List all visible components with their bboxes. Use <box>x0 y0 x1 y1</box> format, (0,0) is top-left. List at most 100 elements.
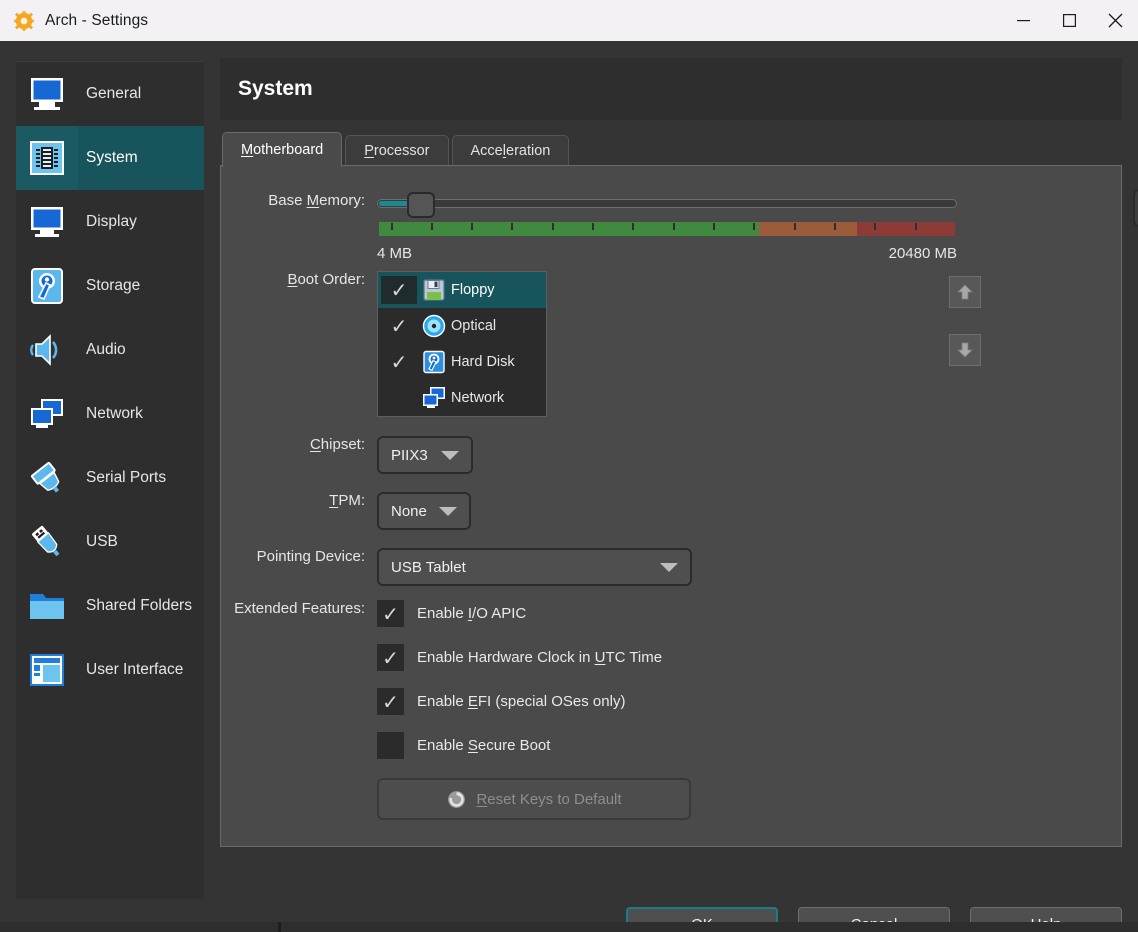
checkbox-box[interactable] <box>377 732 404 759</box>
chipset-value: PIIX3 <box>391 446 428 464</box>
boot-checkbox-floppy[interactable]: ✓ <box>381 276 417 304</box>
arrow-down-icon <box>957 342 973 358</box>
optical-icon <box>417 314 451 338</box>
sidebar-item-display[interactable]: Display <box>16 190 204 254</box>
sidebar-item-serial-ports[interactable]: Serial Ports <box>16 446 204 510</box>
folder-icon <box>16 574 78 638</box>
page-title: System <box>238 77 313 100</box>
speaker-icon <box>16 318 78 382</box>
tpm-row: TPM: None <box>221 492 471 530</box>
settings-pane: System Motherboard Processor Acceleratio… <box>220 58 1138 903</box>
checkbox-hardware-clock-utc[interactable]: ✓ Enable Hardware Clock in UTC Time <box>377 644 691 671</box>
tab-bar: Motherboard Processor Acceleration <box>220 132 1122 167</box>
monitor-icon <box>16 62 78 126</box>
chipset-label: Chipset: <box>309 436 365 453</box>
list-item-label: Optical <box>451 318 497 334</box>
chipset-row: Chipset: PIIX3 <box>221 436 473 474</box>
tab-motherboard[interactable]: Motherboard <box>222 132 343 167</box>
chevron-down-icon <box>439 506 457 516</box>
usb-plug-icon <box>16 510 78 574</box>
sidebar-item-audio[interactable]: Audio <box>16 318 204 382</box>
pointing-device-select[interactable]: USB Tablet <box>377 548 692 586</box>
refresh-icon <box>446 789 467 810</box>
tab-acceleration[interactable]: Acceleration <box>451 135 570 166</box>
sidebar-item-label: Audio <box>86 341 126 358</box>
checkbox-label: Enable I/O APIC <box>417 605 527 622</box>
tpm-value: None <box>391 502 427 520</box>
checkbox-secure-boot[interactable]: Enable Secure Boot <box>377 732 691 759</box>
gear-icon <box>13 10 35 32</box>
chipset-select[interactable]: PIIX3 <box>377 436 473 474</box>
pane-header: System <box>220 58 1122 120</box>
chevron-down-icon <box>660 562 678 572</box>
sidebar-item-network[interactable]: Network <box>16 382 204 446</box>
boot-order-list[interactable]: ✓ Floppy ✓ Optical ✓ Hard Disk Network <box>377 271 547 417</box>
list-item[interactable]: ✓ Optical <box>378 308 546 344</box>
list-item-label: Hard Disk <box>451 354 515 370</box>
arrow-up-icon <box>957 284 973 300</box>
checkbox-io-apic[interactable]: ✓ Enable I/O APIC <box>377 600 691 627</box>
list-item[interactable]: ✓ Floppy <box>378 272 546 308</box>
sidebar-item-label: USB <box>86 533 118 550</box>
tab-label: Motherboard <box>241 142 324 158</box>
checkbox-efi[interactable]: ✓ Enable EFI (special OSes only) <box>377 688 691 715</box>
serial-plug-icon <box>16 446 78 510</box>
cpu-chip-icon <box>16 126 78 190</box>
settings-sidebar: General System Display Storage Audio Net… <box>16 61 204 899</box>
slider-groove[interactable] <box>377 199 957 208</box>
sidebar-item-usb[interactable]: USB <box>16 510 204 574</box>
checkbox-label: Enable Secure Boot <box>417 737 551 754</box>
window-layout-icon <box>16 638 78 702</box>
sidebar-item-label: General <box>86 85 142 102</box>
motherboard-panel: Base Memory: 4 MB 20480 MB Boot Order: ✓… <box>220 165 1138 847</box>
chevron-down-icon <box>441 450 459 460</box>
base-memory-row: Base Memory: 4 MB 20480 MB <box>221 189 1138 262</box>
memory-scale-max: 20480 MB <box>888 245 957 262</box>
sidebar-item-label: Network <box>86 405 143 422</box>
list-item[interactable]: ✓ Hard Disk <box>378 344 546 380</box>
window-bottom-edge <box>0 922 1138 932</box>
maximize-button[interactable] <box>1046 0 1092 41</box>
window-controls <box>1000 0 1138 41</box>
boot-checkbox-network[interactable] <box>381 384 417 412</box>
sidebar-item-user-interface[interactable]: User Interface <box>16 638 204 702</box>
sidebar-item-storage[interactable]: Storage <box>16 254 204 318</box>
gauge-tick-marks <box>379 222 955 236</box>
boot-checkbox-optical[interactable]: ✓ <box>381 312 417 340</box>
slider-handle[interactable] <box>407 192 435 218</box>
settings-body: General System Display Storage Audio Net… <box>0 41 1138 932</box>
checkbox-box[interactable]: ✓ <box>377 644 404 671</box>
memory-spinbox[interactable]: 1024 MB <box>1133 189 1138 227</box>
sidebar-item-label: Shared Folders <box>86 597 192 614</box>
list-item[interactable]: Network <box>378 380 546 416</box>
sidebar-item-label: Display <box>86 213 137 230</box>
tab-processor[interactable]: Processor <box>345 135 449 166</box>
move-up-button[interactable] <box>949 276 981 308</box>
tab-label: Acceleration <box>470 143 551 159</box>
sidebar-item-system[interactable]: System <box>16 126 204 190</box>
pointing-device-label: Pointing Device: <box>256 548 365 565</box>
list-item-label: Floppy <box>451 282 495 298</box>
list-item-label: Network <box>451 390 505 406</box>
extended-features-row: Extended Features: ✓ Enable I/O APIC ✓ E… <box>221 600 691 820</box>
sidebar-item-shared-folders[interactable]: Shared Folders <box>16 574 204 638</box>
sidebar-item-label: System <box>86 149 138 166</box>
tpm-select[interactable]: None <box>377 492 471 530</box>
reset-keys-button[interactable]: Reset Keys to Default <box>377 778 691 820</box>
settings-window: Arch - Settings General System Display S… <box>0 0 1138 932</box>
extended-features-label: Extended Features: <box>234 600 365 617</box>
sidebar-item-label: Serial Ports <box>86 469 167 486</box>
hard-disk-icon <box>16 254 78 318</box>
checkbox-box[interactable]: ✓ <box>377 600 404 627</box>
move-down-button[interactable] <box>949 334 981 366</box>
minimize-button[interactable] <box>1000 0 1046 41</box>
checkbox-label: Enable EFI (special OSes only) <box>417 693 626 710</box>
boot-checkbox-harddisk[interactable]: ✓ <box>381 348 417 376</box>
network-icon <box>16 382 78 446</box>
memory-scale-min: 4 MB <box>377 245 413 262</box>
window-seam <box>278 922 281 932</box>
hard-disk-icon <box>417 350 451 374</box>
sidebar-item-general[interactable]: General <box>16 62 204 126</box>
checkbox-box[interactable]: ✓ <box>377 688 404 715</box>
close-button[interactable] <box>1092 0 1138 41</box>
